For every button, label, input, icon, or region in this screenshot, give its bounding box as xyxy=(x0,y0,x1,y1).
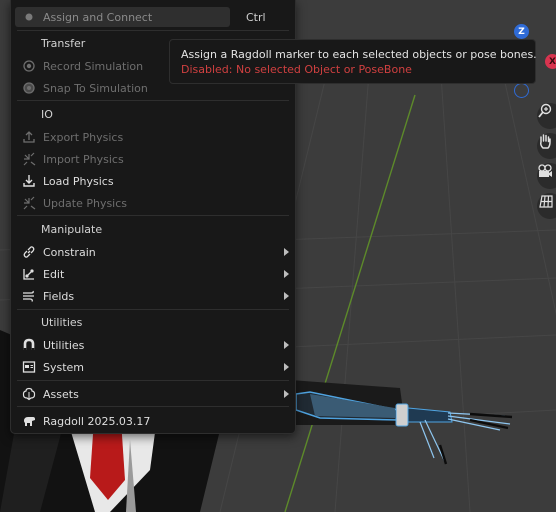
zoom-icon xyxy=(538,103,552,118)
menu-item-assets[interactable]: Assets xyxy=(15,384,293,404)
menu-item-import-physics[interactable]: Import Physics xyxy=(15,149,293,169)
assets-icon xyxy=(21,386,37,402)
menu-item-assign-and-connect[interactable]: Assign and Connect xyxy=(15,7,230,27)
gizmo-z-label: Z xyxy=(518,26,525,37)
hand-icon xyxy=(540,134,551,149)
update-physics-label: Update Physics xyxy=(43,196,128,210)
section-heading-manipulate: Manipulate xyxy=(41,223,103,236)
menu-item-fields[interactable]: Fields xyxy=(15,286,293,306)
wind-icon xyxy=(21,288,37,304)
version-label: Ragdoll 2025.03.17 xyxy=(43,414,151,428)
magnet-icon xyxy=(21,337,37,353)
y-axis-line xyxy=(284,94,416,512)
record-simulation-label: Record Simulation xyxy=(43,59,144,73)
system-icon xyxy=(21,359,37,375)
update-icon xyxy=(21,195,37,211)
assign-shortcut-label: Ctrl xyxy=(246,10,266,24)
camera-button[interactable] xyxy=(537,163,556,189)
menu-item-utilities[interactable]: Utilities xyxy=(15,335,293,355)
menu-item-system[interactable]: System xyxy=(15,357,293,377)
gizmo-z-axis[interactable]: Z xyxy=(514,24,529,39)
tooltip: Assign a Ragdoll marker to each selected… xyxy=(169,39,537,84)
gizmo-x-label: X xyxy=(549,56,556,67)
separator xyxy=(17,215,289,216)
menu-item-edit[interactable]: Edit xyxy=(15,264,293,284)
separator xyxy=(17,380,289,381)
import-physics-label: Import Physics xyxy=(43,152,124,166)
link-icon xyxy=(21,244,37,260)
selected-arm xyxy=(295,391,513,465)
camera-icon xyxy=(538,164,552,177)
submenu-arrow-icon xyxy=(284,390,289,398)
constrain-label: Constrain xyxy=(43,245,96,259)
menu-item-load-physics[interactable]: Load Physics xyxy=(15,171,293,191)
assign-and-connect-label: Assign and Connect xyxy=(43,10,153,24)
tooltip-description: Assign a Ragdoll marker to each selected… xyxy=(181,48,537,61)
shortcut-container: Ctrl xyxy=(243,7,293,27)
export-physics-label: Export Physics xyxy=(43,130,124,144)
gizmo-x-axis[interactable]: X xyxy=(545,54,556,69)
dot-icon xyxy=(21,9,37,25)
load-physics-label: Load Physics xyxy=(43,174,114,188)
zoom-button[interactable] xyxy=(537,103,556,129)
fields-label: Fields xyxy=(43,289,75,303)
edit-label: Edit xyxy=(43,267,65,281)
record-icon xyxy=(21,58,37,74)
edit-icon xyxy=(21,266,37,282)
menu-item-update-physics[interactable]: Update Physics xyxy=(15,193,293,213)
separator xyxy=(17,406,289,407)
submenu-arrow-icon xyxy=(284,363,289,371)
menu-item-export-physics[interactable]: Export Physics xyxy=(15,127,293,147)
submenu-arrow-icon xyxy=(284,248,289,256)
menu-item-constrain[interactable]: Constrain xyxy=(15,242,293,262)
separator xyxy=(17,30,289,31)
grid-icon xyxy=(539,195,553,208)
submenu-arrow-icon xyxy=(284,270,289,278)
utilities-label: Utilities xyxy=(43,338,85,352)
submenu-arrow-icon xyxy=(284,341,289,349)
gizmo-neg-z-axis[interactable] xyxy=(514,83,529,98)
tooltip-disabled-reason: Disabled: No selected Object or PoseBone xyxy=(181,63,412,76)
system-label: System xyxy=(43,360,85,374)
section-heading-io: IO xyxy=(41,108,53,121)
assets-label: Assets xyxy=(43,387,79,401)
load-icon xyxy=(21,173,37,189)
submenu-arrow-icon xyxy=(284,292,289,300)
separator xyxy=(17,309,289,310)
separator xyxy=(17,100,289,101)
pan-button[interactable] xyxy=(537,133,556,159)
section-heading-transfer: Transfer xyxy=(41,37,86,50)
import-icon xyxy=(21,151,37,167)
ragdoll-logo-icon xyxy=(21,413,37,429)
menu-item-version[interactable]: Ragdoll 2025.03.17 xyxy=(15,411,293,431)
snap-icon xyxy=(21,80,37,96)
snap-to-simulation-label: Snap To Simulation xyxy=(43,81,148,95)
perspective-toggle-button[interactable] xyxy=(537,193,556,219)
section-heading-utilities: Utilities xyxy=(41,316,83,329)
export-icon xyxy=(21,129,37,145)
